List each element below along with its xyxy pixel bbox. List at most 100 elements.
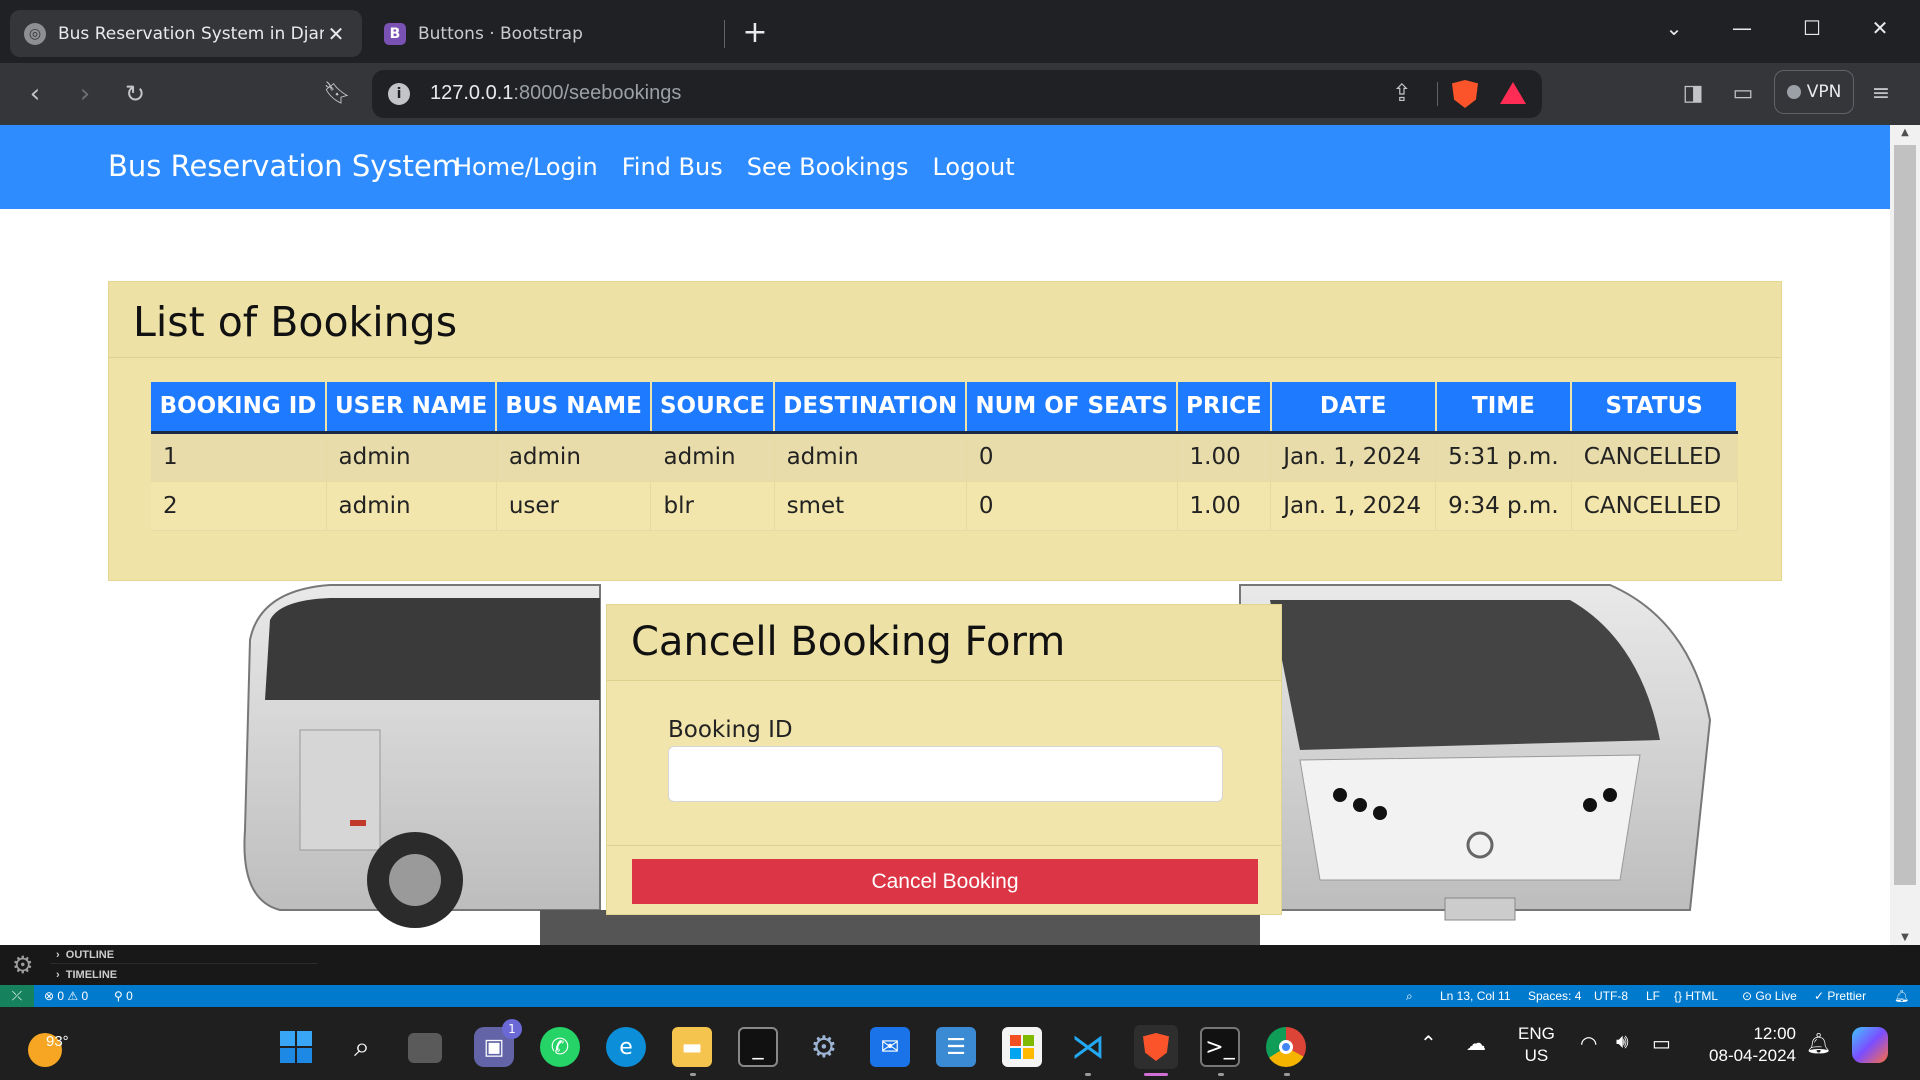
- cell-bus-name: admin: [496, 432, 652, 482]
- tab-bus-reservation[interactable]: ◎ Bus Reservation System in Djang ✕: [10, 10, 362, 57]
- vpn-button[interactable]: VPN: [1774, 70, 1854, 114]
- close-tab-icon[interactable]: ✕: [324, 22, 348, 46]
- nav-find-bus[interactable]: Find Bus: [622, 153, 723, 181]
- divider: [1437, 82, 1438, 106]
- browser-tab-bar: ◎ Bus Reservation System in Djang ✕ B Bu…: [0, 0, 1920, 63]
- volume-icon[interactable]: 🔊︎: [1616, 1031, 1629, 1054]
- cell-date: Jan. 1, 2024: [1270, 432, 1437, 482]
- cancel-booking-card: Cancell Booking Form Booking ID Cancel B…: [606, 604, 1282, 915]
- edge-icon[interactable]: e: [606, 1027, 646, 1067]
- col-price: PRICE: [1177, 382, 1272, 434]
- teams-chat-icon[interactable]: ▣ 1: [474, 1019, 522, 1067]
- terminal-2-icon[interactable]: >_: [1200, 1027, 1240, 1067]
- running-indicator: [1284, 1073, 1290, 1076]
- remote-icon[interactable]: ⤫: [0, 985, 34, 1007]
- vscode-status-bar: ⤫ ⊗ 0 ⚠ 0 ⚲ 0 ⌕ Ln 13, Col 11 Spaces: 4 …: [0, 985, 1920, 1007]
- cell-bus-name: user: [496, 481, 652, 531]
- tab-title: Bus Reservation System in Djang: [58, 23, 324, 44]
- cell-booking-id: 1: [151, 432, 327, 482]
- table-row: 1 admin admin admin admin 0 1.00 Jan. 1,…: [151, 432, 1738, 482]
- col-date: DATE: [1270, 382, 1437, 434]
- notifications-bell-icon[interactable]: 🔔︎: [1894, 989, 1909, 1003]
- brave-rewards-icon[interactable]: [1500, 82, 1526, 104]
- outline-section[interactable]: › OUTLINE: [56, 949, 114, 961]
- scroll-up-icon[interactable]: ▲: [1890, 127, 1920, 138]
- cell-status: CANCELLED: [1571, 481, 1738, 531]
- problems-indicator[interactable]: ⊗ 0 ⚠ 0: [44, 989, 88, 1003]
- vpn-label: VPN: [1806, 82, 1842, 102]
- language-mode[interactable]: {} HTML: [1674, 989, 1718, 1003]
- minimize-button[interactable]: —: [1712, 8, 1772, 48]
- share-icon[interactable]: ⇪: [1392, 79, 1412, 107]
- terminal-icon[interactable]: _: [738, 1027, 778, 1067]
- back-icon[interactable]: ‹: [16, 75, 54, 113]
- page-scrollbar[interactable]: ▲ ▼: [1890, 125, 1920, 945]
- ports-indicator[interactable]: ⚲ 0: [114, 989, 133, 1003]
- tab-bootstrap-buttons[interactable]: B Buttons · Bootstrap: [372, 10, 722, 57]
- outline-label: OUTLINE: [65, 949, 115, 961]
- timeline-section[interactable]: › TIMELINE: [56, 969, 117, 981]
- notification-bell-icon[interactable]: 🔔︎: [1806, 1031, 1831, 1056]
- encoding[interactable]: UTF-8: [1594, 989, 1628, 1003]
- address-bar[interactable]: i 127.0.0.1:8000/seebookings ⇪: [372, 70, 1542, 118]
- microsoft-store-icon[interactable]: [1002, 1027, 1042, 1067]
- vscode-icon[interactable]: ⋊: [1068, 1027, 1108, 1067]
- copilot-icon[interactable]: [1852, 1027, 1888, 1063]
- indentation[interactable]: Spaces: 4: [1528, 989, 1581, 1003]
- temperature: 93°: [46, 1033, 69, 1050]
- close-window-button[interactable]: ✕: [1850, 8, 1910, 48]
- zoom-icon[interactable]: ⌕: [1406, 989, 1413, 1004]
- task-view-icon[interactable]: [408, 1033, 442, 1063]
- show-hidden-icons[interactable]: ⌃: [1420, 1031, 1437, 1056]
- sidebar-icon[interactable]: ◨: [1674, 75, 1712, 113]
- tab-search-icon[interactable]: ⌄: [1644, 8, 1704, 48]
- scroll-down-icon[interactable]: ▼: [1890, 932, 1920, 943]
- search-icon[interactable]: ⌕: [342, 1027, 382, 1067]
- prettier-button[interactable]: ✓ Prettier: [1814, 989, 1866, 1003]
- menu-icon[interactable]: ≡: [1862, 75, 1900, 113]
- start-icon[interactable]: [276, 1027, 316, 1067]
- language-indicator[interactable]: ENG US: [1518, 1023, 1555, 1067]
- go-live-label: Go Live: [1755, 989, 1797, 1003]
- booking-id-label: Booking ID: [668, 717, 793, 743]
- cancel-booking-button[interactable]: Cancel Booking: [632, 859, 1258, 904]
- brave-browser-icon[interactable]: [1134, 1025, 1178, 1069]
- cursor-position[interactable]: Ln 13, Col 11: [1440, 989, 1511, 1003]
- url-text[interactable]: 127.0.0.1:8000/seebookings: [430, 82, 681, 105]
- booking-id-input[interactable]: [668, 746, 1223, 802]
- col-bus-name: BUS NAME: [496, 382, 652, 434]
- chrome-icon[interactable]: [1266, 1027, 1306, 1067]
- settings-icon[interactable]: ⚙: [804, 1027, 844, 1067]
- end-of-line[interactable]: LF: [1646, 989, 1660, 1003]
- file-explorer-icon[interactable]: ▬: [672, 1027, 712, 1067]
- forward-icon[interactable]: ›: [66, 75, 104, 113]
- clock-date: 08-04-2024: [1709, 1046, 1796, 1065]
- whatsapp-icon[interactable]: ✆: [540, 1027, 580, 1067]
- battery-icon[interactable]: ▭: [1652, 1031, 1671, 1056]
- reload-icon[interactable]: ↻: [116, 75, 154, 113]
- brave-shields-icon[interactable]: [1452, 80, 1478, 108]
- new-tab-button[interactable]: +: [738, 14, 772, 52]
- cancel-form-heading: Cancell Booking Form: [631, 619, 1066, 665]
- nav-see-bookings[interactable]: See Bookings: [747, 153, 909, 181]
- chrome-center-icon: [1279, 1040, 1293, 1054]
- wallet-icon[interactable]: ▭: [1724, 75, 1762, 113]
- language-label: HTML: [1685, 989, 1719, 1003]
- scrollbar-thumb[interactable]: [1894, 145, 1916, 885]
- bookmark-icon[interactable]: 🔖︎: [318, 75, 356, 113]
- nav-home-login[interactable]: Home/Login: [454, 153, 598, 181]
- windows-taskbar: 93° ⌕ ▣ 1 ✆ e ▬ _ ⚙ ✉ ☰ ⋊ >_ ⌃ ☁ ENG US ◠…: [0, 1007, 1920, 1080]
- mail-icon[interactable]: ✉: [870, 1027, 910, 1067]
- nav-logout[interactable]: Logout: [932, 153, 1014, 181]
- wifi-icon[interactable]: ◠: [1580, 1031, 1597, 1056]
- web-page: Bus Reservation System Home/Login Find B…: [0, 125, 1890, 945]
- bookings-table: BOOKING ID USER NAME BUS NAME SOURCE DES…: [151, 382, 1738, 531]
- maximize-button[interactable]: ☐: [1782, 8, 1842, 48]
- navbar-brand[interactable]: Bus Reservation System: [108, 149, 460, 183]
- notepad-icon[interactable]: ☰: [936, 1027, 976, 1067]
- site-info-icon[interactable]: i: [388, 83, 410, 105]
- settings-gear-icon[interactable]: ⚙: [12, 951, 34, 979]
- onedrive-icon[interactable]: ☁: [1466, 1031, 1486, 1056]
- go-live-button[interactable]: ⊙ Go Live: [1742, 989, 1797, 1003]
- clock[interactable]: 12:00 08-04-2024: [1700, 1023, 1796, 1067]
